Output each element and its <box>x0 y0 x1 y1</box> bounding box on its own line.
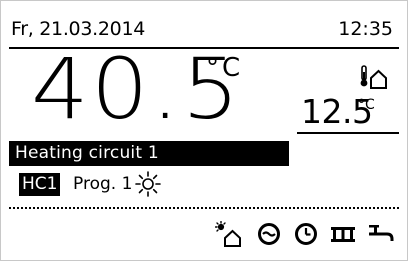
time-display: 12:35 <box>338 18 393 40</box>
thermostat-display: Fr, 21.03.2014 12:35 40.5 °C 12.5 °C Hea… <box>0 0 408 261</box>
date-display: Fr, 21.03.2014 <box>11 18 146 40</box>
solar-house-icon[interactable] <box>215 221 241 247</box>
heating-circuit-name: Heating circuit 1 <box>15 143 159 163</box>
dotted-divider <box>9 207 399 209</box>
hot-water-icon[interactable] <box>256 221 282 247</box>
outdoor-temperature-underline <box>297 132 399 134</box>
program-label: Prog. 1 <box>73 174 133 194</box>
sun-icon <box>134 170 162 198</box>
outdoor-temperature-unit: °C <box>358 97 375 113</box>
heater-icon[interactable] <box>329 221 355 247</box>
heating-circuit-badge: HC1 <box>19 173 61 196</box>
heating-circuit-bar[interactable]: Heating circuit 1 <box>9 141 289 166</box>
faucet-icon[interactable] <box>367 221 394 247</box>
outdoor-temperature-icon <box>359 63 387 91</box>
room-temperature-unit: °C <box>206 53 244 83</box>
clock-icon[interactable] <box>293 221 319 247</box>
